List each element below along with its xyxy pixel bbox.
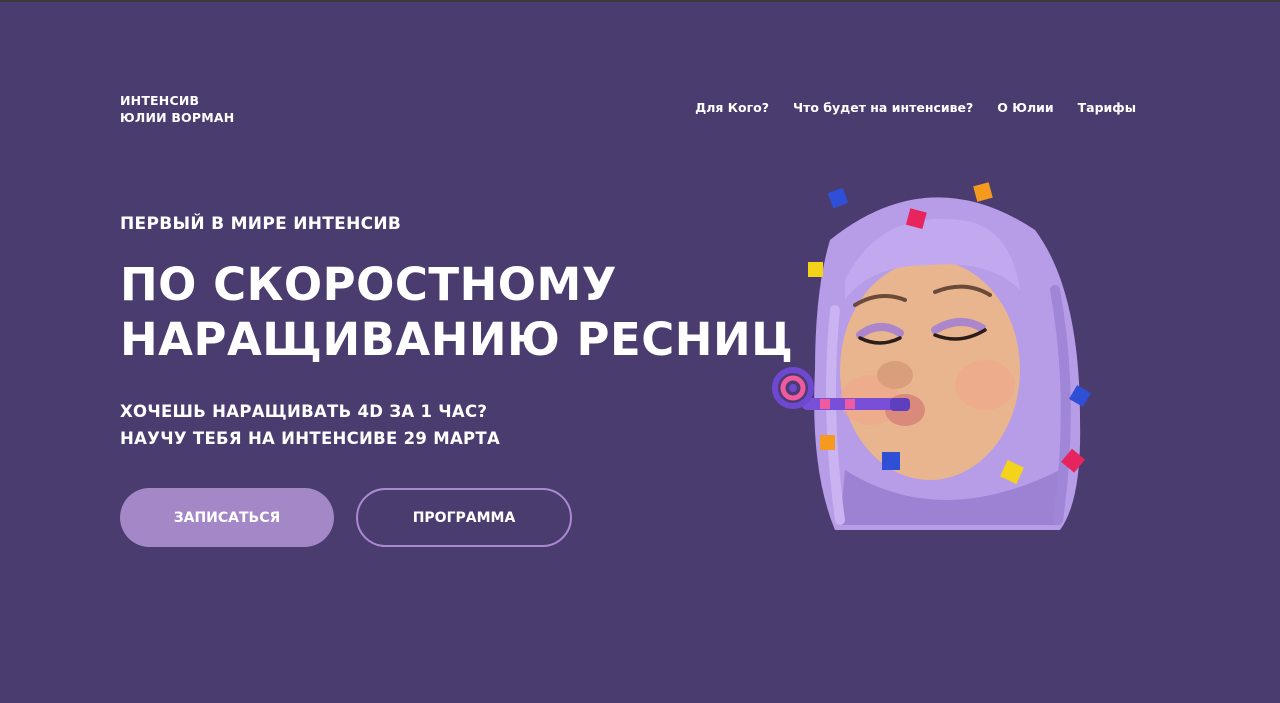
top-divider [0,0,1280,2]
main-nav: Для Кого? Что будет на интенсиве? О Юлии… [695,100,1136,115]
nav-item-pricing[interactable]: Тарифы [1078,100,1136,115]
hero-title-line-2: НАРАЩИВАНИЮ РЕСНИЦ [120,313,794,366]
hero-kicker: ПЕРВЫЙ В МИРЕ ИНТЕНСИВ [120,214,402,234]
nav-item-for-whom[interactable]: Для Кого? [695,100,769,115]
signup-button[interactable]: ЗАПИСАТЬСЯ [120,488,334,547]
nav-item-program[interactable]: Что будет на интенсиве? [793,100,973,115]
logo-line-1: ИНТЕНСИВ [120,93,200,108]
hero-subtitle-line-1: ХОЧЕШЬ НАРАЩИВАТЬ 4D ЗА 1 ЧАС? [120,402,488,421]
site-logo[interactable]: ИНТЕНСИВ ЮЛИИ ВОРМАН [120,92,234,126]
hero-title: ПО СКОРОСТНОМУ НАРАЩИВАНИЮ РЕСНИЦ [120,257,793,367]
hero-subtitle-line-2: НАУЧУ ТЕБЯ НА ИНТЕНСИВЕ 29 МАРТА [120,429,501,448]
logo-line-2: ЮЛИИ ВОРМАН [120,110,235,125]
nav-item-about[interactable]: О Юлии [997,100,1053,115]
hero-subtitle: ХОЧЕШЬ НАРАЩИВАТЬ 4D ЗА 1 ЧАС? НАУЧУ ТЕБ… [120,398,500,452]
memoji-party-girl-icon [772,182,1091,530]
hero-title-line-1: ПО СКОРОСТНОМУ [120,258,617,311]
program-button[interactable]: ПРОГРАММА [356,488,572,547]
